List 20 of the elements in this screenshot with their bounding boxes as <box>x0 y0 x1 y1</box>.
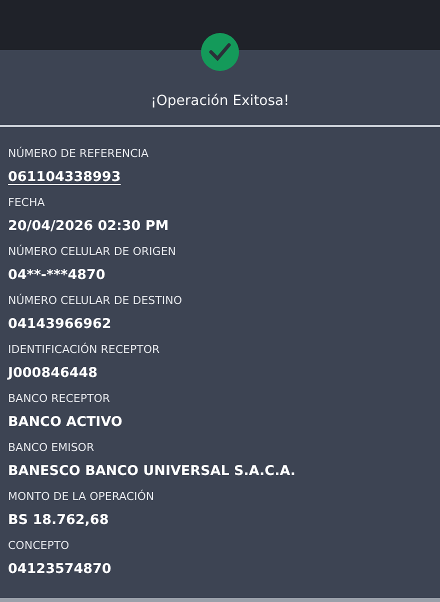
field-label: MONTO DE LA OPERACIÓN <box>8 488 156 505</box>
success-title: ¡Operación Exitosa! <box>150 92 290 111</box>
checkmark-icon <box>201 33 239 71</box>
field-value: 20/04/2026 02:30 PM <box>8 218 169 234</box>
field-value: J000846448 <box>8 365 98 381</box>
field-label: FECHA <box>8 195 46 211</box>
field-label: NÚMERO CELULAR DE ORIGEN <box>8 244 177 260</box>
reference-link[interactable]: 061104338993 <box>8 169 121 185</box>
field-label: CONCEPTO <box>8 538 70 554</box>
field-label: BANCO EMISOR <box>8 440 96 456</box>
field-value: 04123574870 <box>8 561 112 577</box>
field-label: NÚMERO CELULAR DE DESTINO <box>8 292 183 309</box>
field-value: BS 18.762,68 <box>8 512 109 528</box>
field-value: 04143966962 <box>8 316 112 332</box>
field-label: BANCO RECEPTOR <box>8 391 112 407</box>
field-value: BANESCO BANCO UNIVERSAL S.A.C.A. <box>8 463 296 479</box>
field-value: BANCO ACTIVO <box>8 414 122 430</box>
field-value: 04**-***4870 <box>8 267 106 283</box>
field-label: NÚMERO DE REFERENCIA <box>8 146 150 162</box>
field-label: IDENTIFICACIÓN RECEPTOR <box>8 342 161 358</box>
